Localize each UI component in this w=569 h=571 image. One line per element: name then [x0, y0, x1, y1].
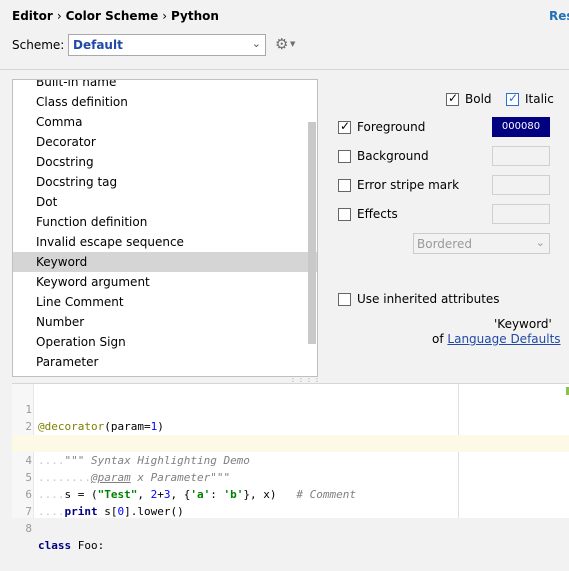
error-stripe-color-swatch[interactable]	[492, 175, 550, 195]
code-line: 5 ....s = ("Test", 2+3, {'a': 'b'}, x) #…	[12, 452, 569, 501]
list-item[interactable]: Docstring	[13, 152, 317, 172]
list-item[interactable]: Number	[13, 312, 317, 332]
italic-label: Italic	[525, 92, 554, 106]
code-line: 3 ....""" Syntax Highlighting Demo	[12, 418, 569, 467]
effects-color-swatch[interactable]	[492, 204, 550, 224]
list-scrollbar[interactable]	[308, 122, 316, 344]
breadcrumb-color-scheme[interactable]: Color Scheme	[66, 9, 159, 23]
breadcrumb-python: Python	[171, 9, 219, 23]
scheme-select[interactable]: Default ⌄	[68, 34, 266, 56]
attributes-panel: Bold Italic Foreground 000080 Background…	[330, 79, 569, 379]
effects-label: Effects	[357, 207, 398, 221]
bold-label: Bold	[465, 92, 492, 106]
list-item[interactable]: Parameter	[13, 352, 317, 372]
foreground-checkbox[interactable]	[338, 119, 351, 134]
list-item[interactable]: Comma	[13, 112, 317, 132]
attribute-list[interactable]: Built-in name Class definition Comma Decora…	[12, 79, 318, 377]
attribute-list-items: Built-in name Class definition Comma Decora…	[13, 80, 317, 372]
list-item[interactable]: Docstring tag	[13, 172, 317, 192]
chevron-down-icon: ⌄	[535, 236, 545, 249]
breadcrumb-editor[interactable]: Editor	[12, 9, 53, 23]
code-text: class Foo:	[38, 539, 105, 552]
list-item[interactable]: Operation Sign	[13, 332, 317, 352]
scheme-label: Scheme:	[12, 38, 65, 52]
inherit-label: Use inherited attributes	[357, 292, 500, 306]
effect-style-select[interactable]: Bordered ⌄	[413, 233, 550, 254]
list-item[interactable]: Function definition	[13, 212, 317, 232]
code-line: 8 class Foo:	[12, 503, 569, 552]
header: Editor›Color Scheme›Python Reset Scheme:…	[0, 0, 569, 70]
foreground-color-swatch[interactable]: 000080	[492, 117, 550, 137]
preview-editor[interactable]: 1 @decorator(param=1) 2 def f(x): 3 ....…	[12, 383, 569, 552]
effect-style-value: Bordered	[417, 237, 472, 251]
caret-down-icon[interactable]: ▼	[290, 40, 295, 48]
list-item[interactable]: Class definition	[13, 92, 317, 112]
list-item[interactable]: Line Comment	[13, 292, 317, 312]
error-stripe-checkbox[interactable]	[338, 179, 351, 192]
breadcrumb: Editor › Color Scheme › Python	[12, 9, 219, 23]
breadcrumb-separator: ›	[56, 9, 62, 23]
code-line: 2 def f(x):	[12, 401, 569, 450]
italic-checkbox[interactable]	[506, 91, 519, 106]
list-item[interactable]: Decorator	[13, 132, 317, 152]
inherit-checkbox[interactable]	[338, 293, 351, 306]
language-defaults-link[interactable]: Language Defaults	[447, 332, 560, 346]
error-stripe-label: Error stripe mark	[357, 178, 460, 192]
list-item[interactable]: Built-in name	[13, 80, 317, 92]
foreground-label: Foreground	[357, 120, 426, 134]
chevron-down-icon: ⌄	[251, 37, 261, 50]
reset-link[interactable]: Reset	[549, 9, 569, 23]
inherit-source: 'Keyword'	[494, 317, 552, 331]
list-item[interactable]: Invalid escape sequence	[13, 232, 317, 252]
background-checkbox[interactable]	[338, 150, 351, 163]
gear-icon[interactable]: ⚙	[275, 35, 288, 53]
list-item[interactable]: Keyword argument	[13, 272, 317, 292]
code-line: 1 @decorator(param=1)	[12, 384, 569, 433]
code-line: 7	[12, 486, 569, 518]
code-line: 4 ........@param x Parameter"""	[12, 435, 569, 484]
background-label: Background	[357, 149, 429, 163]
inherit-of-text: of	[432, 332, 444, 346]
line-number: 8	[25, 522, 32, 535]
list-item[interactable]: Keyword	[13, 252, 317, 272]
effects-checkbox[interactable]	[338, 208, 351, 221]
list-item[interactable]: Dot	[13, 192, 317, 212]
scheme-value: Default	[73, 38, 123, 52]
background-color-swatch[interactable]	[492, 146, 550, 166]
breadcrumb-separator: ›	[162, 9, 168, 23]
bold-checkbox[interactable]	[446, 91, 459, 106]
code-line: 6 ....print s[0].lower()	[12, 469, 569, 518]
